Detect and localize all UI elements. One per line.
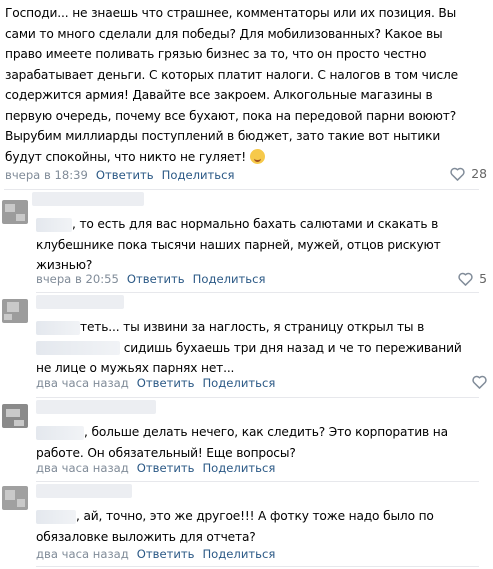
comment-meta: вчера в 20:55 Ответить Поделиться [36, 272, 273, 286]
share-button[interactable]: Поделиться [202, 376, 275, 390]
avatar[interactable] [2, 404, 28, 428]
heart-icon [458, 272, 473, 286]
comment-time[interactable]: два часа назад [36, 376, 129, 390]
share-button[interactable]: Поделиться [193, 272, 266, 286]
comment-text: , то есть для вас нормально бахать салют… [36, 217, 441, 272]
comment-meta: вчера в 18:39 Ответить Поделиться [5, 168, 242, 182]
comment-text: теть... ты извини за наглость, я страниц… [36, 320, 462, 375]
blurred-mention [36, 341, 120, 355]
comment-text: , ай, точно, это же другое!!! А фотку то… [36, 509, 434, 544]
blurred-name [36, 400, 156, 414]
reply-button[interactable]: Ответить [137, 376, 195, 390]
like-button[interactable]: 5 [458, 271, 487, 286]
divider [36, 481, 479, 482]
comment-time[interactable]: вчера в 20:55 [36, 272, 119, 286]
avatar[interactable] [2, 299, 28, 323]
share-button[interactable]: Поделиться [162, 168, 235, 182]
reply-button[interactable]: Ответить [96, 168, 154, 182]
comment-time[interactable]: вчера в 18:39 [5, 168, 88, 182]
comment-time[interactable]: два часа назад [36, 461, 129, 475]
comment-text: , больше делать нечего, как следить? Это… [36, 425, 448, 460]
reply-button[interactable]: Ответить [127, 272, 185, 286]
divider [36, 566, 479, 567]
divider [36, 397, 479, 398]
reply-button[interactable]: Ответить [137, 547, 195, 561]
comment-text: Господи... не знаешь что страшнее, комме… [5, 6, 459, 164]
heart-icon [450, 167, 465, 181]
divider [36, 292, 479, 293]
share-button[interactable]: Поделиться [202, 547, 275, 561]
comment-meta: два часа назад Ответить Поделиться [36, 461, 283, 475]
comment-meta: два часа назад Ответить Поделиться [36, 376, 283, 390]
avatar[interactable] [2, 200, 28, 224]
heart-icon [472, 375, 487, 389]
blurred-mention [36, 320, 80, 335]
share-button[interactable]: Поделиться [202, 461, 275, 475]
blurred-name [36, 295, 124, 309]
blurred-name [32, 192, 144, 206]
divider [4, 189, 479, 190]
like-count: 5 [479, 271, 487, 286]
comment-meta: два часа назад Ответить Поделиться [36, 547, 283, 561]
avatar[interactable] [2, 486, 28, 510]
blurred-name [36, 484, 132, 498]
blurred-mention [36, 425, 84, 440]
like-button[interactable] [472, 375, 487, 389]
blurred-mention [36, 217, 72, 232]
smirk-emoji-icon [249, 148, 265, 164]
like-count: 28 [471, 166, 487, 181]
comment-time[interactable]: два часа назад [36, 547, 129, 561]
reply-button[interactable]: Ответить [137, 461, 195, 475]
blurred-mention [36, 509, 76, 524]
like-button[interactable]: 28 [450, 166, 487, 181]
